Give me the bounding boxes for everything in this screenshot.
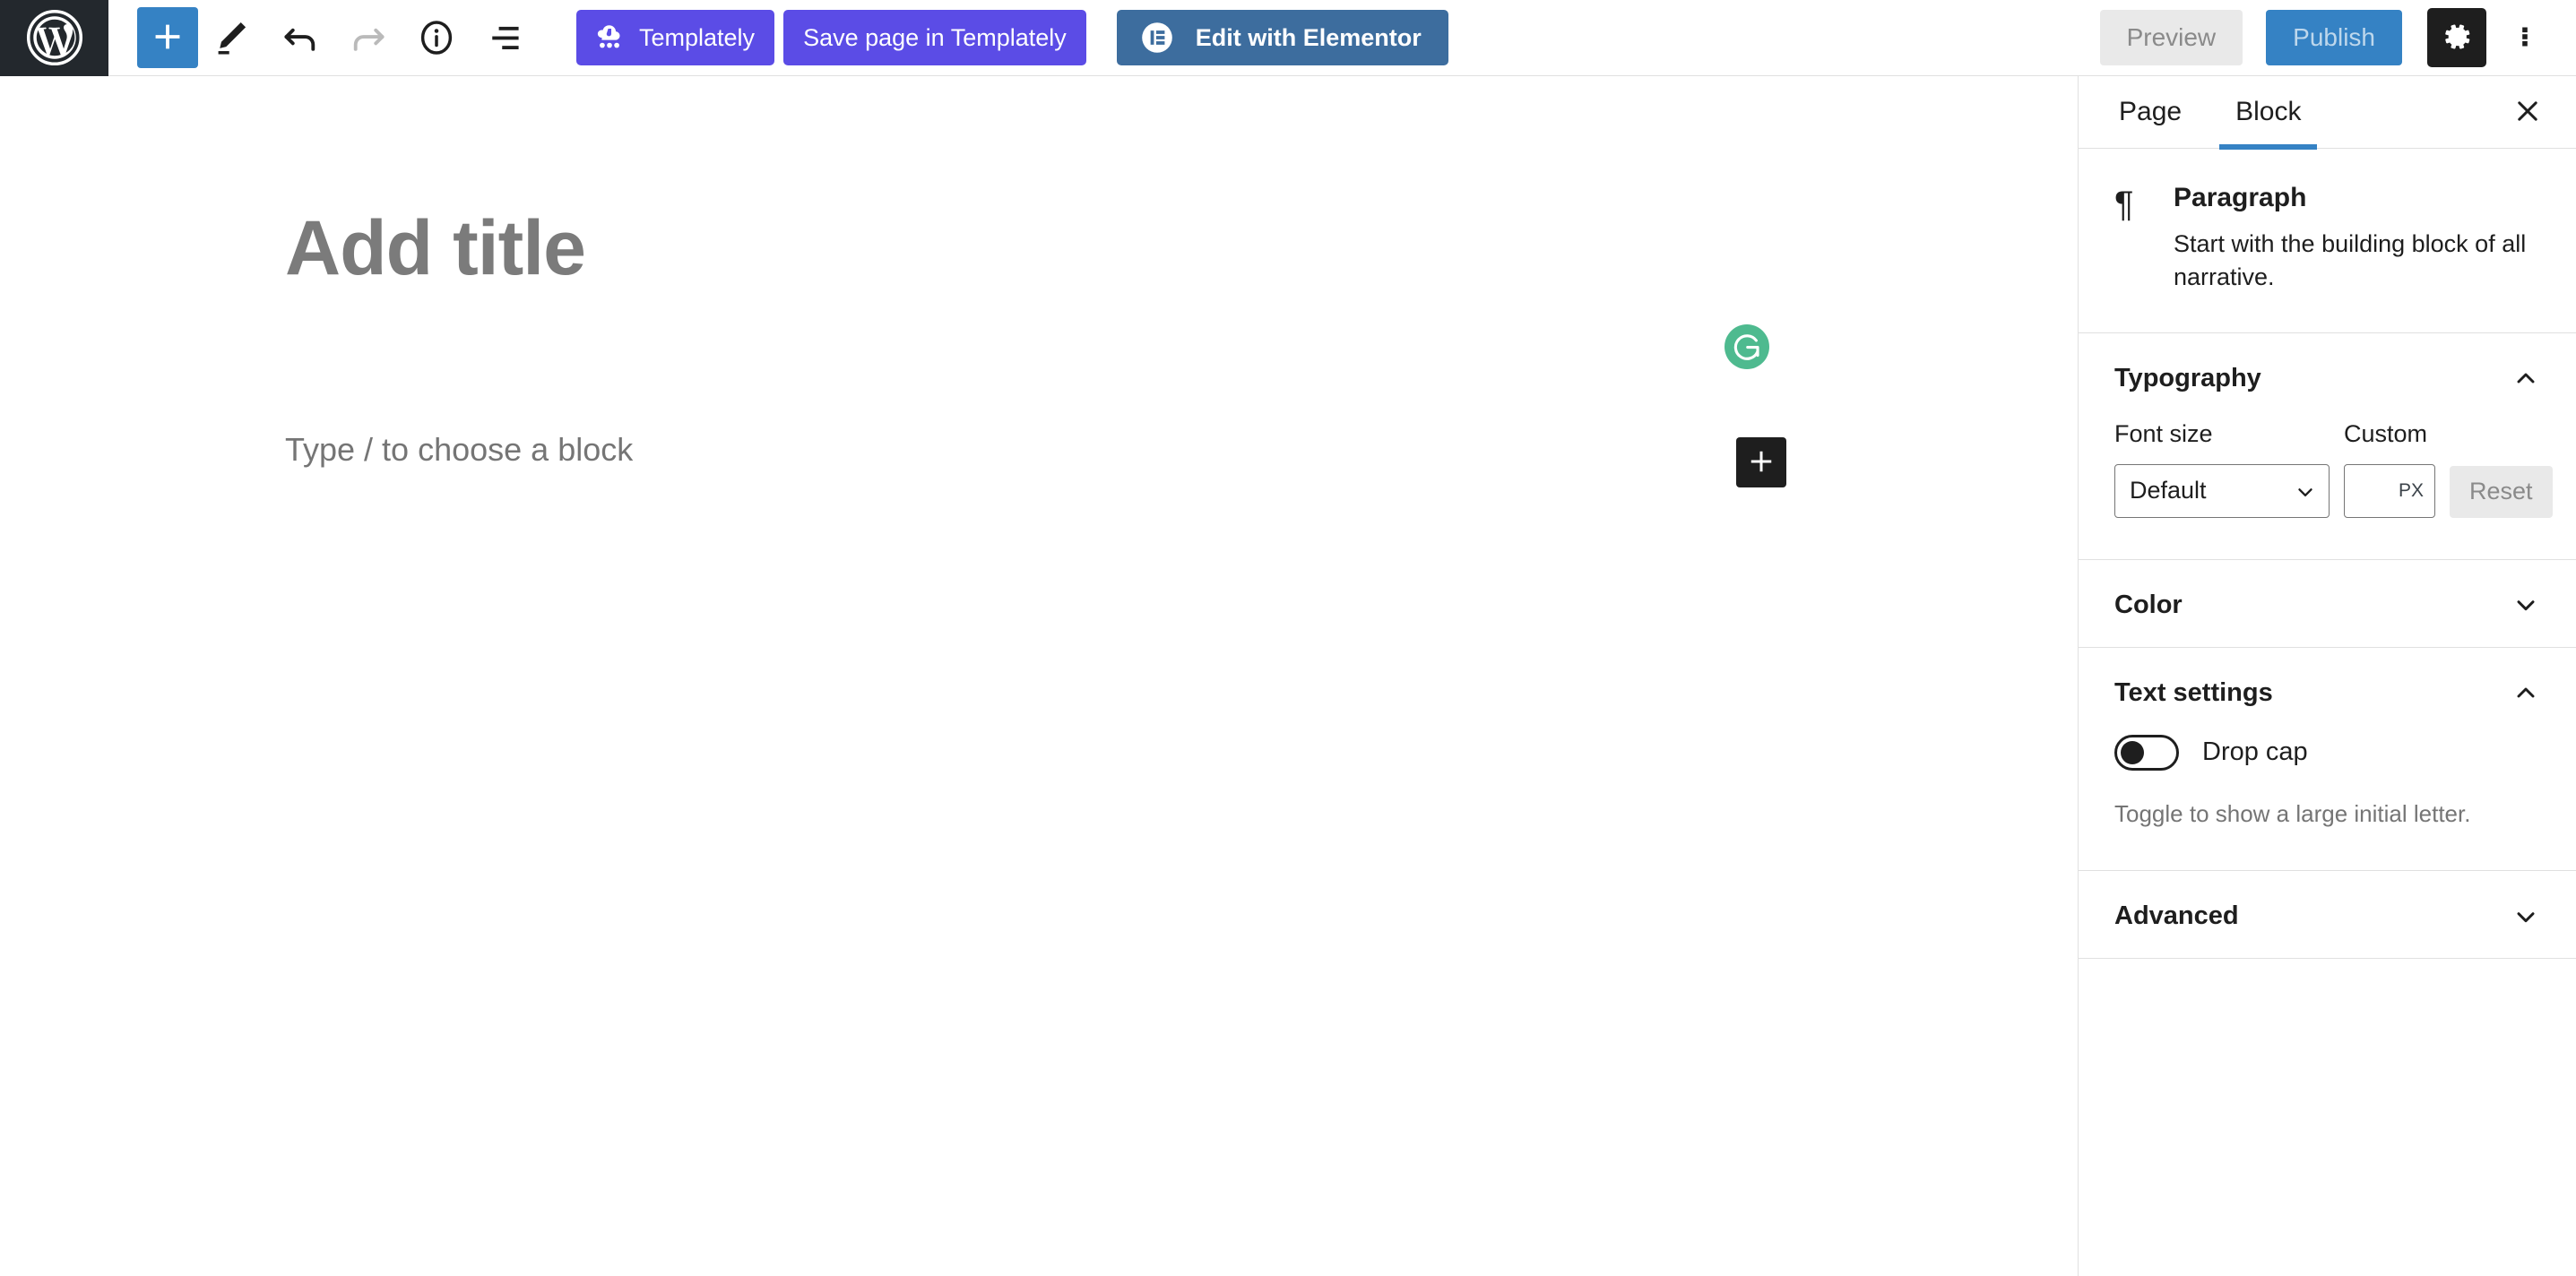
- info-icon: [417, 18, 456, 57]
- templately-icon: [592, 21, 627, 55]
- drop-cap-help-text: Toggle to show a large initial letter.: [2114, 799, 2471, 827]
- templately-button[interactable]: Templately: [576, 10, 775, 65]
- redo-icon: [349, 18, 388, 57]
- chevron-down-icon: [2511, 591, 2540, 619]
- font-size-controls: Font size Default Custom PX Reset: [2114, 420, 2553, 518]
- block-title: Paragraph: [2174, 183, 2307, 212]
- drop-cap-toggle[interactable]: [2114, 734, 2179, 771]
- custom-label: Custom: [2344, 419, 2428, 447]
- redo-button[interactable]: [334, 4, 402, 72]
- tab-page[interactable]: Page: [2092, 76, 2209, 149]
- list-view-icon: [485, 18, 524, 57]
- custom-size-group: Custom PX: [2344, 420, 2435, 518]
- canvas-add-block-button[interactable]: [1736, 437, 1786, 487]
- close-icon: [2512, 96, 2543, 129]
- chevron-up-icon: [2511, 364, 2540, 392]
- kebab-menu-icon: [2511, 18, 2538, 58]
- preview-button[interactable]: Preview: [2099, 10, 2243, 65]
- section-advanced: Advanced: [2079, 871, 2576, 960]
- gear-icon: [2440, 20, 2474, 56]
- wordpress-logo-button[interactable]: [0, 0, 108, 76]
- block-info-card: ¶ Paragraph Start with the building bloc…: [2079, 149, 2576, 333]
- section-text-settings: Text settings Drop cap Toggle to show a …: [2079, 648, 2576, 872]
- plus-icon: [1745, 445, 1777, 480]
- section-typography-title: Typography: [2114, 363, 2261, 392]
- toolbar-left-group: [108, 4, 539, 72]
- section-typography-header[interactable]: Typography: [2079, 333, 2576, 420]
- block-placeholder-input[interactable]: Type / to choose a block: [285, 431, 633, 469]
- plus-icon: [147, 16, 188, 60]
- plugin-buttons-group: Templately Save page in Templately Edit …: [576, 10, 1448, 65]
- section-text-settings-title: Text settings: [2114, 677, 2273, 707]
- section-color-header[interactable]: Color: [2079, 560, 2576, 647]
- section-advanced-title: Advanced: [2114, 901, 2239, 931]
- editor-canvas: Add title Type / to choose a block: [0, 76, 2078, 1276]
- more-options-button[interactable]: [2499, 8, 2551, 67]
- section-color: Color: [2079, 560, 2576, 648]
- toolbar-right-group: Preview Publish: [2099, 8, 2576, 67]
- grammarly-icon[interactable]: [1725, 324, 1769, 369]
- details-button[interactable]: [402, 4, 471, 72]
- font-size-label: Font size: [2114, 419, 2213, 447]
- custom-size-input[interactable]: PX: [2344, 463, 2435, 518]
- paragraph-icon: ¶: [2114, 185, 2134, 224]
- wordpress-logo-icon: [25, 8, 84, 67]
- px-unit-label: PX: [2398, 479, 2424, 501]
- settings-button[interactable]: [2427, 8, 2486, 67]
- reset-font-size-button[interactable]: Reset: [2450, 465, 2553, 518]
- section-text-settings-body: Drop cap Toggle to show a large initial …: [2079, 734, 2576, 871]
- save-page-templately-button[interactable]: Save page in Templately: [783, 10, 1086, 65]
- elementor-icon: [1138, 19, 1176, 56]
- sidebar-tabs: Page Block: [2079, 76, 2576, 150]
- editor-toolbar: Templately Save page in Templately Edit …: [0, 0, 2576, 76]
- edit-with-elementor-button[interactable]: Edit with Elementor: [1116, 10, 1448, 65]
- list-view-button[interactable]: [471, 4, 539, 72]
- drop-cap-label: Drop cap: [2202, 737, 2308, 766]
- section-typography-body: Font size Default Custom PX Reset: [2079, 420, 2576, 559]
- pencil-icon: [212, 18, 252, 57]
- close-sidebar-button[interactable]: [2503, 87, 2553, 137]
- undo-button[interactable]: [266, 4, 334, 72]
- publish-button[interactable]: Publish: [2266, 10, 2402, 65]
- section-advanced-header[interactable]: Advanced: [2079, 871, 2576, 958]
- section-typography: Typography Font size Default Custom PX R…: [2079, 333, 2576, 560]
- drop-cap-row: Drop cap: [2114, 734, 2540, 771]
- post-title-input[interactable]: Add title: [285, 204, 586, 293]
- elementor-button-label: Edit with Elementor: [1195, 23, 1422, 51]
- font-size-group: Font size Default: [2114, 420, 2330, 518]
- chevron-up-icon: [2511, 678, 2540, 707]
- section-color-title: Color: [2114, 590, 2183, 619]
- settings-sidebar: Page Block ¶ Paragraph Start with the bu…: [2078, 76, 2576, 1276]
- tab-block[interactable]: Block: [2209, 76, 2328, 150]
- templately-button-label: Templately: [639, 23, 756, 51]
- undo-icon: [281, 18, 320, 57]
- section-text-settings-header[interactable]: Text settings: [2079, 648, 2576, 735]
- tools-button[interactable]: [198, 4, 266, 72]
- block-description: Start with the building block of all nar…: [2174, 230, 2527, 291]
- toggle-knob: [2121, 740, 2144, 764]
- font-size-select[interactable]: Default: [2114, 463, 2330, 518]
- add-block-button[interactable]: [137, 7, 198, 68]
- chevron-down-icon: [2511, 902, 2540, 931]
